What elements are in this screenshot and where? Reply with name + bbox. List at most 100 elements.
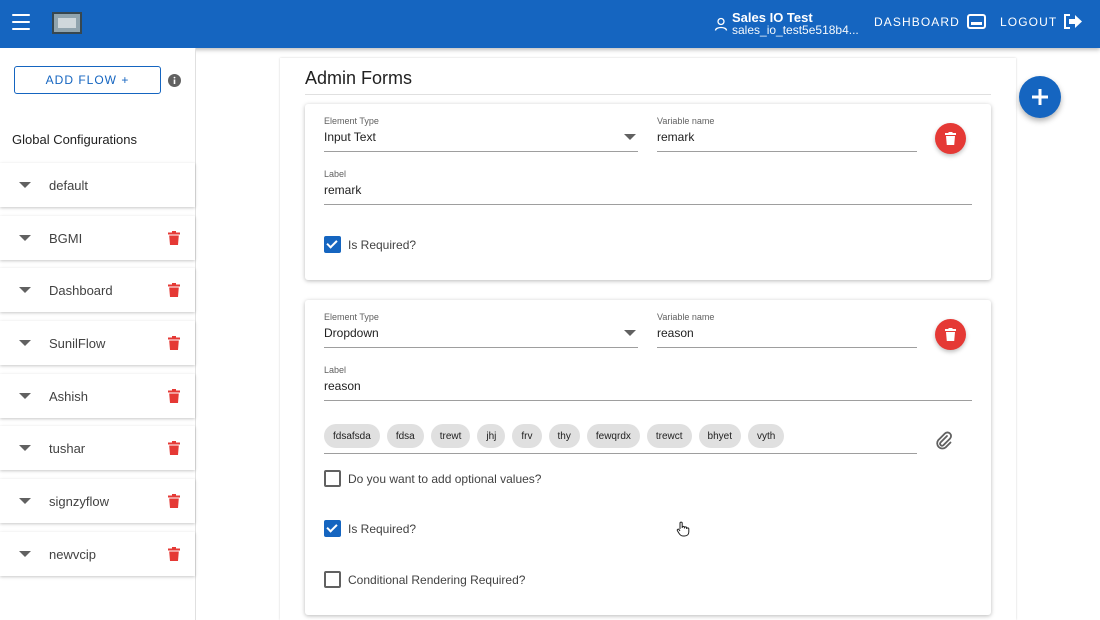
checkbox-unchecked-icon (324, 571, 341, 588)
app-bar: Sales IO Test sales_io_test5e518b4... DA… (0, 0, 1100, 48)
flow-label: BGMI (49, 230, 83, 246)
is-required-label: Is Required? (348, 521, 417, 536)
variable-name-value: reason (657, 326, 694, 340)
element-type-select[interactable]: Element Type Dropdown (324, 312, 638, 348)
variable-name-input[interactable]: Variable name remark (657, 116, 917, 152)
paperclip-icon[interactable] (934, 431, 954, 451)
trash-icon[interactable] (168, 283, 180, 298)
variable-name-value: remark (657, 130, 695, 144)
trash-icon[interactable] (168, 336, 180, 351)
flow-item[interactable]: signzyflow (0, 479, 195, 524)
is-required-label: Is Required? (348, 237, 417, 252)
flow-item[interactable]: newvcip (0, 531, 195, 576)
info-icon[interactable] (168, 74, 181, 87)
option-chip[interactable]: frv (512, 424, 542, 448)
element-type-label: Element Type (324, 116, 379, 126)
element-type-label: Element Type (324, 312, 379, 322)
flow-label: Dashboard (49, 283, 113, 299)
checkbox-checked-icon (324, 236, 341, 253)
user-email: sales_io_test5e518b4... (732, 23, 859, 37)
options-underline (324, 453, 917, 454)
plus-icon (1032, 89, 1048, 105)
option-chip[interactable]: fdsafsda (324, 424, 380, 448)
app-logo[interactable] (52, 12, 82, 34)
trash-icon[interactable] (168, 546, 180, 561)
element-type-value: Input Text (324, 130, 376, 144)
conditional-rendering-label: Conditional Rendering Required? (348, 572, 526, 587)
add-form-button[interactable] (1019, 76, 1061, 118)
option-chip[interactable]: trewct (646, 424, 692, 448)
form-card-2: Element Type Dropdown Variable name reas… (305, 300, 991, 615)
caret-down-icon[interactable] (19, 234, 31, 241)
option-chip[interactable]: bhyet (698, 424, 742, 448)
is-required-checkbox[interactable]: Is Required? (324, 236, 416, 253)
trash-icon[interactable] (168, 494, 180, 509)
element-type-value: Dropdown (324, 326, 379, 340)
menu-icon[interactable] (12, 14, 30, 32)
caret-down-icon[interactable] (19, 182, 31, 188)
flow-label: default (49, 178, 89, 193)
label-field-label: Label (324, 365, 347, 375)
option-chip[interactable]: fewqrdx (586, 424, 640, 448)
caret-down-icon[interactable] (19, 550, 31, 557)
title-divider (305, 94, 991, 95)
checkbox-unchecked-icon (324, 470, 341, 487)
variable-name-label: Variable name (657, 312, 715, 322)
trash-icon (945, 328, 956, 341)
optional-values-label: Do you want to add optional values? (348, 471, 542, 486)
variable-name-input[interactable]: Variable name reason (657, 312, 917, 348)
flow-label: SunilFlow (49, 336, 106, 352)
option-chip[interactable]: jhj (477, 424, 506, 448)
dashboard-label: DASHBOARD (874, 14, 960, 29)
delete-form-button[interactable] (935, 319, 966, 350)
flow-label: Ashish (49, 388, 89, 404)
add-flow-button[interactable]: ADD FLOW + (14, 66, 161, 94)
flow-item[interactable]: Dashboard (0, 268, 195, 313)
label-input[interactable]: Label reason (324, 365, 972, 401)
user-icon (714, 17, 728, 31)
flow-item[interactable]: SunilFlow (0, 321, 195, 366)
caret-down-icon[interactable] (19, 340, 31, 347)
dashboard-button[interactable]: DASHBOARD (874, 14, 986, 29)
global-configurations-title: Global Configurations (12, 132, 138, 147)
page-title: Admin Forms (305, 68, 413, 88)
flow-list: default BGMI Dashboard SunilFlow Ashish tusha… (0, 163, 195, 585)
label-input[interactable]: Label remark (324, 169, 972, 205)
sidebar: ADD FLOW + Global Configurations default… (0, 48, 196, 620)
option-chip[interactable]: thy (548, 424, 580, 448)
dashboard-icon (966, 14, 986, 29)
logout-button[interactable]: LOGOUT (1000, 14, 1083, 29)
flow-label: signzyflow (49, 494, 109, 510)
option-chips: fdsafsda fdsa trewt jhj frv thy fewqrdx trewct b… (324, 424, 791, 448)
chevron-down-icon (624, 330, 636, 336)
trash-icon[interactable] (168, 388, 180, 403)
flow-item[interactable]: Ashish (0, 373, 195, 418)
label-field-label: Label (324, 169, 347, 179)
flow-item[interactable]: tushar (0, 426, 195, 471)
logout-icon (1064, 14, 1083, 29)
logout-label: LOGOUT (1000, 14, 1058, 29)
user-info: Sales IO Test sales_io_test5e518b4... (714, 11, 859, 37)
caret-down-icon[interactable] (19, 287, 31, 294)
hand-cursor-icon (676, 521, 690, 537)
trash-icon[interactable] (168, 230, 180, 245)
label-field-value: remark (324, 183, 362, 197)
option-chip[interactable]: fdsa (386, 424, 424, 448)
form-card-1: Element Type Input Text Variable name re… (305, 104, 991, 280)
optional-values-checkbox[interactable]: Do you want to add optional values? (324, 470, 541, 487)
trash-icon (945, 132, 956, 145)
element-type-select[interactable]: Element Type Input Text (324, 116, 638, 152)
option-chip[interactable]: trewt (430, 424, 471, 448)
option-chip[interactable]: vyth (748, 424, 785, 448)
flow-item[interactable]: BGMI (0, 215, 195, 260)
conditional-rendering-checkbox[interactable]: Conditional Rendering Required? (324, 571, 525, 588)
trash-icon[interactable] (168, 441, 180, 456)
delete-form-button[interactable] (935, 123, 966, 154)
caret-down-icon[interactable] (19, 392, 31, 399)
variable-name-label: Variable name (657, 116, 715, 126)
is-required-checkbox[interactable]: Is Required? (324, 520, 416, 537)
caret-down-icon[interactable] (19, 445, 31, 452)
checkbox-checked-icon (324, 520, 341, 537)
flow-item[interactable]: default (0, 163, 195, 207)
caret-down-icon[interactable] (19, 498, 31, 505)
